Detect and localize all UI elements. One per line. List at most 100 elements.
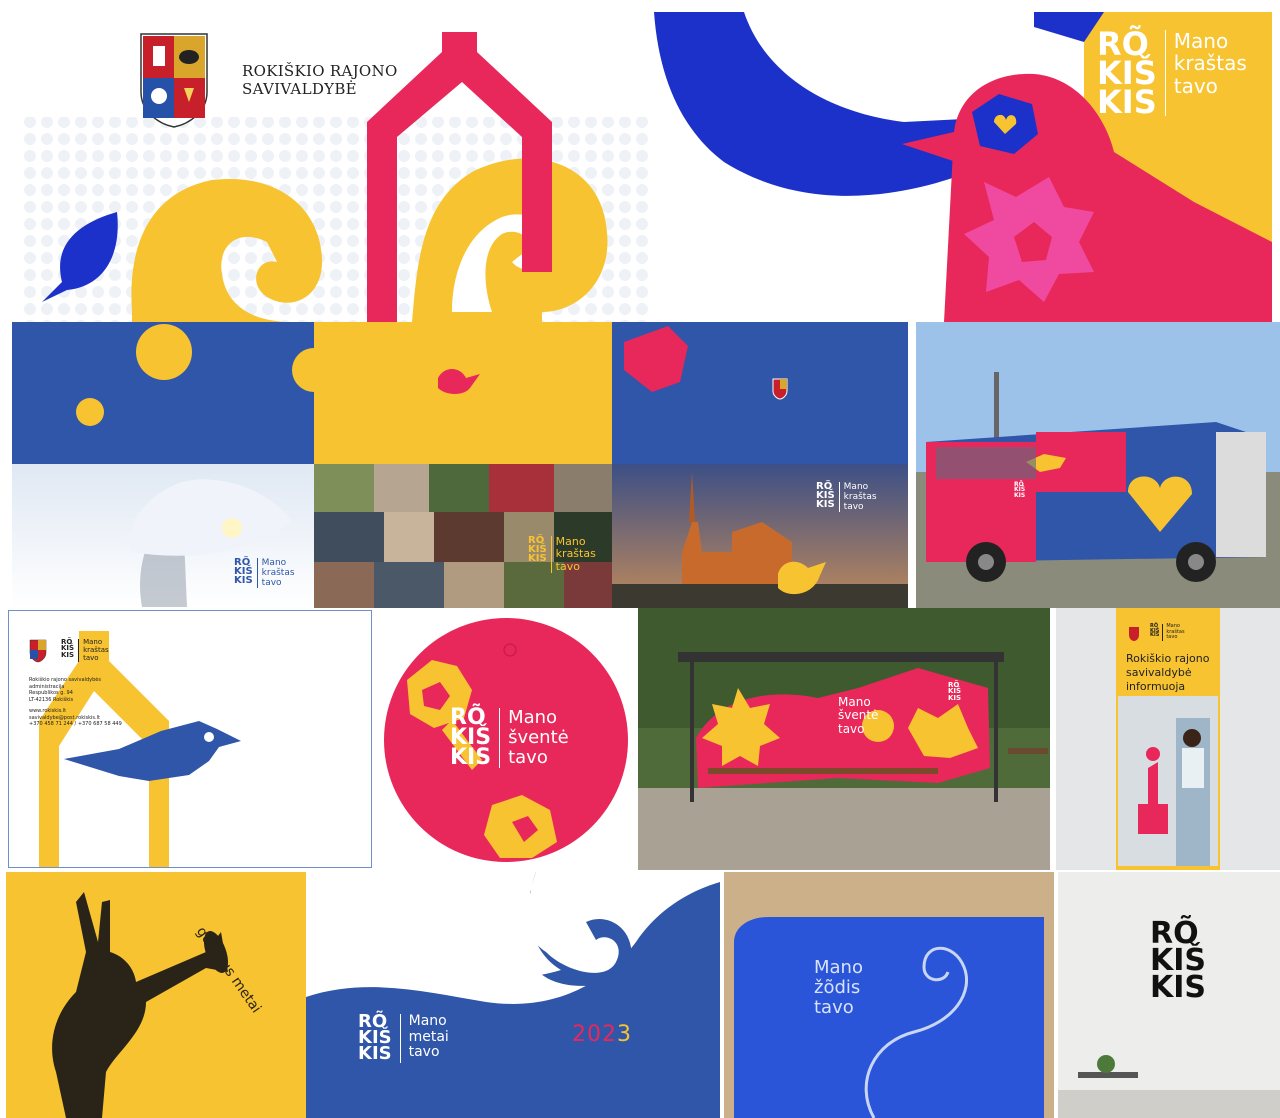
logo-line3: KIS	[1150, 632, 1160, 638]
slogan-line1: Mano	[408, 1013, 447, 1029]
card-winter: RÕ KIŠ KIS Mano kraštas tavo	[12, 322, 314, 608]
card-church: RÕ KIŠ KIS Mano kraštas tavo	[612, 322, 908, 608]
brand-logo-top: RÕ KIŠ KIS Mano kraštas tavo	[1097, 28, 1247, 121]
brand-logo-church: RÕ KIŠ KIS Mano kraštas tavo	[816, 482, 877, 513]
headline-line2: savivaldybė	[1126, 665, 1192, 679]
municipality-name: ROKIŠKIO RAJONO SAVIVALDYBĖ	[242, 62, 398, 98]
rokiskis-logo: RÕ KIŠ KIS	[450, 707, 492, 770]
logo-line3: KIS	[450, 744, 492, 770]
slogan-line3: tavo	[555, 559, 580, 573]
rokiskis-logo: RÕ KIŠ KIS	[1150, 919, 1207, 1005]
card-bus: RÕ KIŠ KIS	[916, 322, 1280, 608]
municipality-name-line1: ROKIŠKIO RAJONO	[242, 62, 398, 80]
slogan-line1: Mano	[508, 707, 558, 728]
brand-logo-winter: RÕ KIŠ KIS Mano kraštas tavo	[234, 558, 295, 589]
rokiskis-logo: RÕ KIŠ KIS	[1014, 481, 1026, 499]
slogan-line3: tavo	[838, 721, 865, 736]
rokiskis-logo: RÕ KIŠ KIS	[61, 638, 74, 658]
slogan-line2: kraštas	[261, 568, 295, 579]
address-block: Rokiškio rajono savivaldybės administrac…	[29, 677, 122, 728]
slogan-line3: tavo	[508, 747, 548, 769]
rollup-headline: Rokiškio rajono savivaldybė informuoja	[1126, 652, 1209, 693]
slogan-text: Mano šventė tavo	[508, 707, 569, 769]
card-letterhead: RÕ KIŠ KIS Mano kraštas tavo Rokiškio ra…	[8, 610, 372, 868]
coat-of-arms-icon	[140, 33, 208, 128]
slogan-line2: šventė	[838, 708, 879, 723]
brand-logo-bus: RÕ KIŠ KIS	[1014, 481, 1026, 499]
logo-line3: KIS	[234, 575, 253, 586]
rokiskis-logo: RÕ KIŠ KIS	[528, 536, 547, 564]
banner-bird: RÕ KIŠ KIS Mano kraštas tavo	[654, 12, 1272, 322]
slogan-line1: Mano	[1173, 29, 1229, 53]
card-year: RÕ KIŠ KIS Mano metai tavo 2023	[306, 872, 720, 1118]
slogan-text: Mano kraštas tavo	[83, 638, 109, 662]
rokiskis-logo: RÕ KIŠ KIS	[948, 681, 962, 702]
slogan-text: Mano kraštas tavo	[555, 535, 596, 573]
slogan-line2: kraštas	[555, 547, 596, 561]
rokiskis-logo: RÕ KIŠ KIS	[1150, 624, 1159, 638]
logo-line3: KIS	[1097, 82, 1157, 121]
hare-art	[52, 892, 229, 1118]
slogan-line2: metai	[408, 1028, 449, 1045]
year-art	[306, 872, 720, 1118]
rokiskis-logo: RÕ KIŠ KIS	[816, 482, 835, 510]
slogan-line2: žõdis	[814, 977, 861, 999]
plant-icon	[1097, 1055, 1115, 1073]
slogan-line2: šventė	[508, 727, 569, 749]
rokiskis-logo: RÕ KIŠ KIS	[234, 558, 253, 586]
coat-of-arms-icon	[772, 378, 788, 400]
brand-logo-letterhead: RÕ KIŠ KIS Mano kraštas tavo	[61, 638, 109, 663]
brand-logo-circle: RÕ KIŠ KIS Mano šventė tavo	[450, 707, 569, 770]
headline-line3: informuoja	[1126, 679, 1186, 693]
slogan-line3: tavo	[261, 578, 282, 589]
logo-line3: KIS	[948, 693, 962, 702]
pink-bird-small-icon	[438, 369, 480, 394]
card-wall-logo: RÕ KIŠ KIS	[1058, 872, 1280, 1118]
banner-municipality: ROKIŠKIO RAJONO SAVIVALDYBĖ	[22, 12, 648, 322]
logo-line3: KIS	[1014, 491, 1026, 499]
headline-line1: Rokiškio rajono	[1126, 652, 1210, 665]
card-rollup-banner: RÕ KIŠ KIS Mano kraštas tavo Rokiškio ra…	[1056, 608, 1280, 870]
logo-line3: KIS	[1150, 970, 1207, 1005]
slogan-text: Mano kraštas tavo	[1173, 29, 1247, 98]
slogan-line3: tavo	[814, 997, 854, 1019]
year-digit-yellow: 3	[617, 1022, 632, 1047]
pink-heart-shape	[624, 326, 688, 392]
slogan-line1: Mano	[261, 558, 287, 568]
leather-art	[724, 872, 1054, 1118]
slogan-text: Mano metai tavo	[408, 1013, 449, 1061]
brand-logo-rollup: RÕ KIŠ KIS Mano kraštas tavo	[1150, 623, 1185, 641]
logo-line3: KIS	[358, 1043, 392, 1065]
rokiskis-logo: RÕ KIŠ KIS	[358, 1012, 392, 1065]
rokiskis-logo: RÕ KIŠ KIS	[1097, 28, 1157, 121]
slogan-line3: tavo	[83, 653, 99, 662]
shelter-art	[638, 608, 1050, 870]
blue-arc-shape	[654, 12, 1004, 196]
logo-line3: KIS	[816, 499, 835, 510]
slogan-text: Mano kraštas tavo	[262, 558, 295, 588]
shelter-slogan: Mano šventė tavo	[838, 695, 879, 736]
slogan-text: Mano kraštas tavo	[1166, 623, 1184, 641]
year-digits-pink: 202	[572, 1022, 617, 1047]
slogan-line2: kraštas	[843, 492, 877, 503]
slogan-line3: tavo	[843, 502, 864, 513]
dot-pattern-background	[22, 32, 648, 322]
slogan-line3: tavo	[1173, 73, 1218, 98]
slogan-line1: Mano	[843, 482, 869, 492]
slogan-line1: Mano	[838, 695, 871, 709]
year-label: 2023	[572, 1022, 632, 1047]
phone-number: +370 458 71 244 / +370 687 58 449	[29, 721, 122, 727]
coat-of-arms-icon	[29, 639, 47, 663]
slogan-line2: kraštas	[1173, 51, 1247, 76]
leather-slogan: Mano žõdis tavo	[814, 957, 863, 1019]
sun-icon	[76, 324, 314, 426]
slogan-line3: tavo	[1166, 634, 1178, 641]
municipality-name-line2: SAVIVALDYBĖ	[242, 80, 357, 98]
coat-of-arms-icon	[1129, 627, 1139, 641]
logo-line3: KIS	[528, 553, 547, 564]
card-leather-case: Mano žõdis tavo	[724, 872, 1054, 1118]
church-art	[612, 326, 908, 608]
card-crowd: RÕ KIŠ KIS Mano kraštas tavo	[314, 322, 612, 608]
rollup-art	[1116, 608, 1220, 870]
slogan-text: Mano kraštas tavo	[844, 482, 877, 512]
